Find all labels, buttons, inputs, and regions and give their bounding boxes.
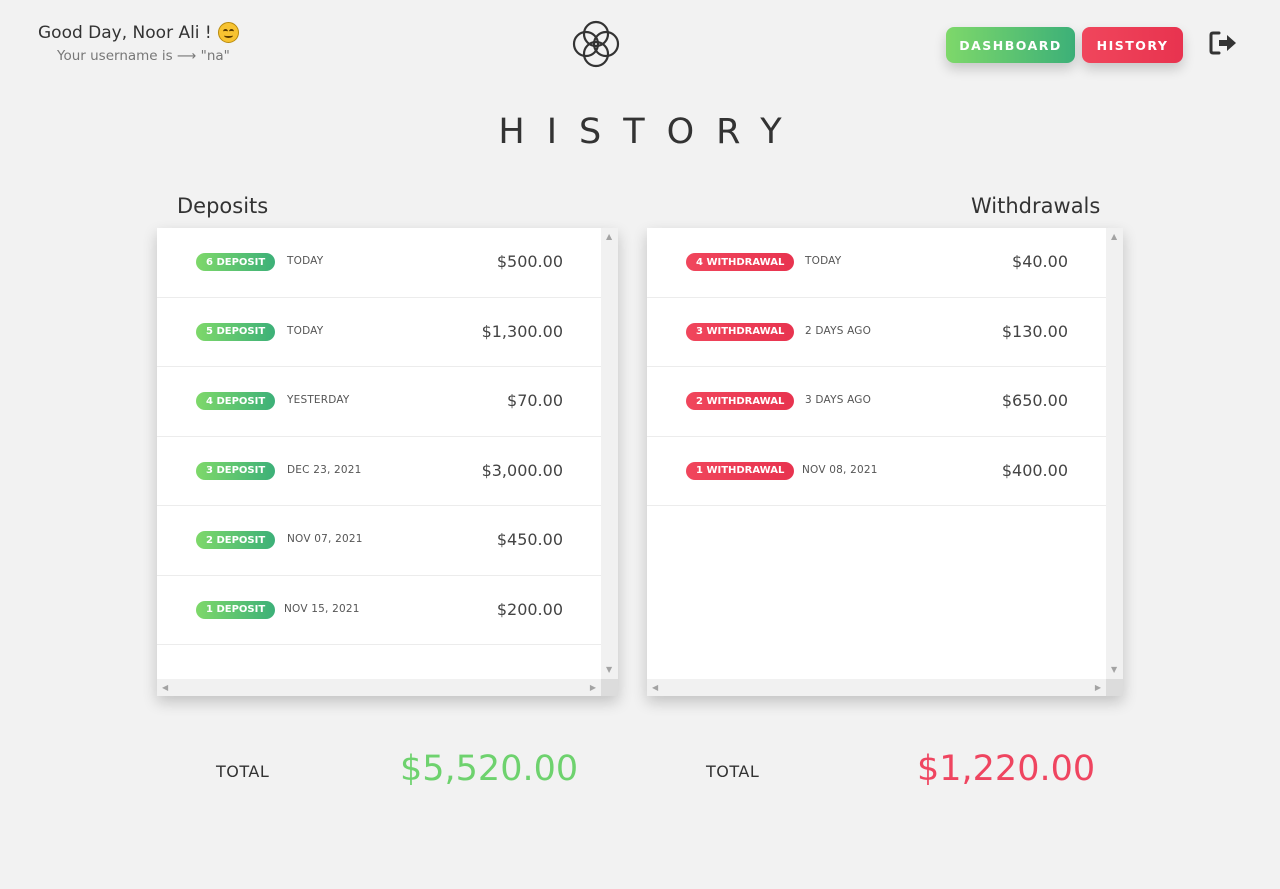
deposit-date: TODAY [287,324,324,337]
list-item: 3 WITHDRAWAL 2 DAYS AGO $130.00 [647,298,1106,367]
deposit-amount: $1,300.00 [481,321,563,341]
withdrawal-amount: $130.00 [1001,321,1068,341]
deposit-badge: 2 DEPOSIT [196,531,276,549]
scroll-down-arrow-icon[interactable]: ▼ [1111,666,1117,674]
list-item: 5 DEPOSIT TODAY $1,300.00 [157,298,601,367]
greeting-block: Good Day, Noor Ali ! Your username is ⟶ … [38,22,258,64]
list-item: 1 DEPOSIT NOV 15, 2021 $200.00 [157,576,601,645]
vertical-scrollbar[interactable]: ▲ ▼ [1106,228,1123,679]
withdrawal-date: 3 DAYS AGO [805,394,872,406]
withdrawal-badge: 3 WITHDRAWAL [686,322,795,341]
deposits-title: Deposits [177,194,269,218]
list-item: 4 WITHDRAWAL TODAY $40.00 [647,228,1106,298]
deposits-total-value: $5,520.00 [400,749,579,789]
scroll-down-arrow-icon[interactable]: ▼ [606,666,612,674]
scrollbar-corner [601,679,618,696]
deposit-badge: 6 DEPOSIT [196,253,276,271]
withdrawal-date: 2 DAYS AGO [805,324,872,337]
dashboard-button[interactable]: DASHBOARD [946,27,1075,63]
deposit-date: DEC 23, 2021 [287,463,362,476]
scroll-right-arrow-icon[interactable]: ▶ [1095,684,1101,692]
withdrawal-amount: $650.00 [1001,391,1068,410]
scroll-right-arrow-icon[interactable]: ▶ [590,684,596,692]
deposit-amount: $200.00 [496,599,563,619]
deposit-date: YESTERDAY [287,394,350,406]
deposit-badge: 1 DEPOSIT [196,600,276,619]
deposit-date: NOV 07, 2021 [287,533,363,545]
scroll-up-arrow-icon[interactable]: ▲ [606,233,612,241]
deposit-amount: $500.00 [496,252,563,271]
withdrawal-amount: $40.00 [1012,252,1068,271]
list-item: 6 DEPOSIT TODAY $500.00 [157,228,601,298]
withdrawal-amount: $400.00 [1001,460,1068,480]
horizontal-scrollbar[interactable]: ◀ ▶ [647,679,1106,696]
withdrawals-total-value: $1,220.00 [917,749,1096,789]
withdrawals-panel[interactable]: 4 WITHDRAWAL TODAY $40.00 3 WITHDRAWAL 2… [647,228,1123,696]
list-item: 2 WITHDRAWAL 3 DAYS AGO $650.00 [647,367,1106,437]
scroll-left-arrow-icon[interactable]: ◀ [162,684,168,692]
deposits-panel[interactable]: 6 DEPOSIT TODAY $500.00 5 DEPOSIT TODAY … [157,228,618,696]
withdrawal-badge: 2 WITHDRAWAL [686,392,795,410]
deposits-total-label: TOTAL [216,762,270,781]
deposits-list[interactable]: 6 DEPOSIT TODAY $500.00 5 DEPOSIT TODAY … [157,228,601,679]
withdrawals-list[interactable]: 4 WITHDRAWAL TODAY $40.00 3 WITHDRAWAL 2… [647,228,1106,679]
logo-icon[interactable] [570,18,622,70]
scroll-left-arrow-icon[interactable]: ◀ [652,684,658,692]
vertical-scrollbar[interactable]: ▲ ▼ [601,228,618,679]
list-item: 1 WITHDRAWAL NOV 08, 2021 $400.00 [647,437,1106,506]
smiling-face-icon [217,22,239,43]
greeting-text: Good Day, Noor Ali ! [38,22,212,43]
withdrawals-title: Withdrawals [971,194,1101,218]
deposit-amount: $450.00 [496,530,563,549]
deposit-badge: 4 DEPOSIT [196,392,276,410]
horizontal-scrollbar[interactable]: ◀ ▶ [157,679,601,696]
deposit-amount: $3,000.00 [481,460,563,480]
withdrawal-date: NOV 08, 2021 [802,463,878,476]
greeting-line: Good Day, Noor Ali ! [38,22,258,43]
username-text: Your username is ⟶ "na" [57,48,230,64]
deposit-badge: 3 DEPOSIT [196,461,276,480]
deposit-amount: $70.00 [507,391,563,410]
deposit-badge: 5 DEPOSIT [196,322,276,341]
list-item: 2 DEPOSIT NOV 07, 2021 $450.00 [157,506,601,576]
scrollbar-corner [1106,679,1123,696]
sign-out-icon[interactable] [1208,30,1238,56]
withdrawal-badge: 1 WITHDRAWAL [686,461,795,480]
list-item: 4 DEPOSIT YESTERDAY $70.00 [157,367,601,437]
history-button[interactable]: HISTORY [1082,27,1183,63]
deposit-date: NOV 15, 2021 [284,602,360,615]
withdrawals-total-label: TOTAL [706,762,760,781]
deposit-date: TODAY [287,255,324,267]
withdrawal-date: TODAY [805,255,842,267]
scroll-up-arrow-icon[interactable]: ▲ [1111,233,1117,241]
list-item: 3 DEPOSIT DEC 23, 2021 $3,000.00 [157,437,601,506]
page-title: HISTORY [498,112,804,152]
withdrawal-badge: 4 WITHDRAWAL [686,253,795,271]
